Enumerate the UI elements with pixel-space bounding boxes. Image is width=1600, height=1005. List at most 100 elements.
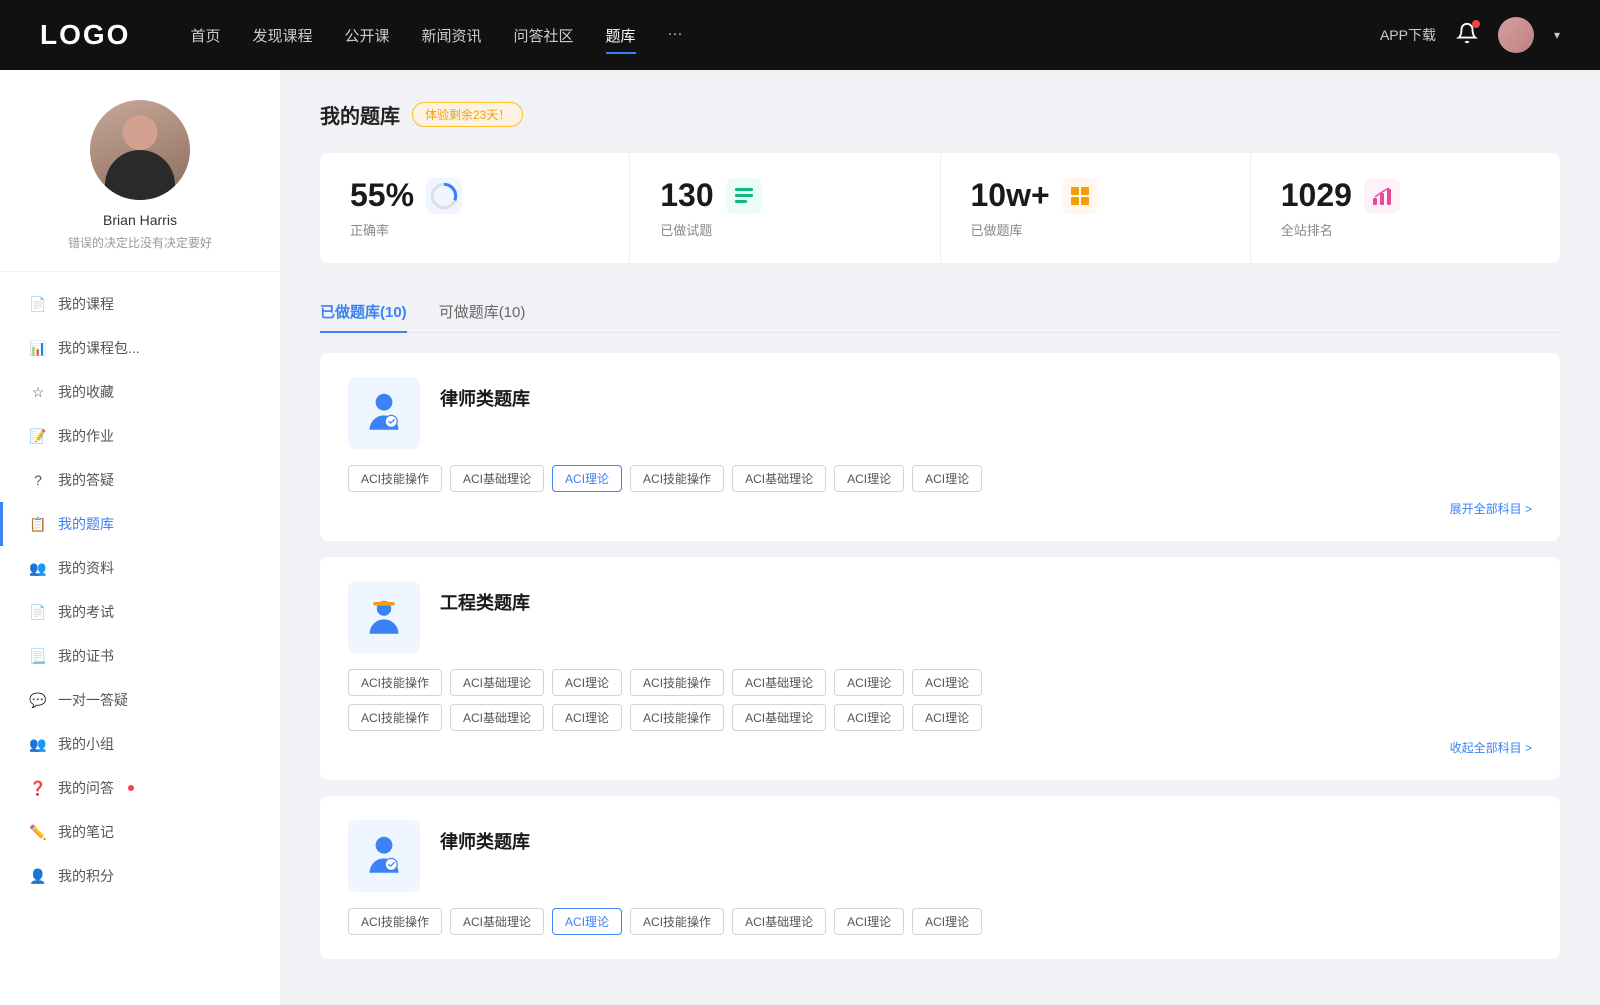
avatar-image	[90, 100, 190, 200]
qbank-engineer-tags-row1: ACI技能操作 ACI基础理论 ACI理论 ACI技能操作 ACI基础理论 AC…	[348, 669, 1532, 696]
stat-done-banks-top: 10w+	[971, 177, 1220, 214]
nav-question-bank[interactable]: 题库	[606, 21, 636, 50]
tab-available-banks[interactable]: 可做题库(10)	[439, 291, 526, 332]
l2-tag-5[interactable]: ACI基础理论	[732, 908, 826, 935]
stat-accuracy-value: 55%	[350, 177, 414, 214]
sidebar-item-certificate[interactable]: 📃 我的证书	[0, 634, 280, 678]
stat-ranking-label: 全站排名	[1281, 220, 1530, 239]
qbank-card-engineer-info: 工程类题库	[440, 581, 530, 615]
eng-tag-1[interactable]: ACI技能操作	[348, 669, 442, 696]
sidebar-menu: 📄 我的课程 📊 我的课程包... ☆ 我的收藏 📝 我的作业 ? 我的答疑 📋	[0, 282, 280, 898]
course-package-label: 我的课程包...	[58, 338, 140, 358]
stat-done-banks-value: 10w+	[971, 177, 1050, 214]
materials-icon: 👥	[30, 560, 46, 576]
nav-discover[interactable]: 发现课程	[252, 21, 312, 50]
points-icon: 👤	[30, 868, 46, 884]
l2-tag-7[interactable]: ACI理论	[912, 908, 982, 935]
eng-tag-2[interactable]: ACI基础理论	[450, 669, 544, 696]
stat-done-banks-label: 已做题库	[971, 220, 1220, 239]
certificate-label: 我的证书	[58, 646, 114, 666]
qbank-engineer-name: 工程类题库	[440, 589, 530, 615]
tag-aci-theory-selected-1[interactable]: ACI理论	[552, 465, 622, 492]
sidebar-item-question-bank[interactable]: 📋 我的题库	[0, 502, 280, 546]
eng-tag-13[interactable]: ACI理论	[834, 704, 904, 731]
sidebar-item-my-qa[interactable]: ❓ 我的问答	[0, 766, 280, 810]
qbank-card-engineer: 工程类题库 ACI技能操作 ACI基础理论 ACI理论 ACI技能操作 ACI基…	[320, 557, 1560, 780]
qa-label: 我的答疑	[58, 470, 114, 490]
eng-tag-3[interactable]: ACI理论	[552, 669, 622, 696]
page-title: 我的题库	[320, 100, 400, 129]
logo[interactable]: LOGO	[40, 19, 130, 51]
nav-news[interactable]: 新闻资讯	[422, 21, 482, 50]
nav-open-course[interactable]: 公开课	[344, 21, 389, 50]
trial-badge: 体验剩余23天！	[412, 102, 523, 127]
eng-tag-12[interactable]: ACI基础理论	[732, 704, 826, 731]
sidebar-item-materials[interactable]: 👥 我的资料	[0, 546, 280, 590]
eng-tag-10[interactable]: ACI理论	[552, 704, 622, 731]
stat-ranking-top: 1029	[1281, 177, 1530, 214]
stat-accuracy: 55% 正确率	[320, 153, 630, 263]
stat-accuracy-icon	[426, 178, 462, 214]
nav-more[interactable]: ···	[668, 21, 683, 50]
exams-icon: 📄	[30, 604, 46, 620]
l2-tag-selected[interactable]: ACI理论	[552, 908, 622, 935]
tag-aci-basic-2[interactable]: ACI基础理论	[732, 465, 826, 492]
stat-ranking-icon	[1364, 178, 1400, 214]
nav-qa[interactable]: 问答社区	[514, 21, 574, 50]
my-qa-icon: ❓	[30, 780, 46, 796]
eng-tag-6[interactable]: ACI理论	[834, 669, 904, 696]
homework-label: 我的作业	[58, 426, 114, 446]
eng-tag-7[interactable]: ACI理论	[912, 669, 982, 696]
points-label: 我的积分	[58, 866, 114, 886]
lawyer-icon-wrap	[348, 377, 420, 449]
sidebar-item-my-courses[interactable]: 📄 我的课程	[0, 282, 280, 326]
eng-tag-4[interactable]: ACI技能操作	[630, 669, 724, 696]
sidebar-item-qa[interactable]: ? 我的答疑	[0, 458, 280, 502]
sidebar-item-exams[interactable]: 📄 我的考试	[0, 590, 280, 634]
l2-tag-1[interactable]: ACI技能操作	[348, 908, 442, 935]
tag-aci-theory-3[interactable]: ACI理论	[912, 465, 982, 492]
avatar-dropdown-icon[interactable]: ▾	[1554, 28, 1560, 42]
sidebar-item-favorites[interactable]: ☆ 我的收藏	[0, 370, 280, 414]
stat-accuracy-label: 正确率	[350, 220, 599, 239]
avatar[interactable]	[1498, 17, 1534, 53]
notification-bell[interactable]	[1456, 22, 1478, 49]
lawyer-2-icon-wrap	[348, 820, 420, 892]
stat-ranking: 1029 全站排名	[1251, 153, 1560, 263]
eng-tag-11[interactable]: ACI技能操作	[630, 704, 724, 731]
sidebar-item-one-on-one[interactable]: 💬 一对一答疑	[0, 678, 280, 722]
one-on-one-label: 一对一答疑	[58, 690, 128, 710]
sidebar-avatar	[90, 100, 190, 200]
eng-tag-8[interactable]: ACI技能操作	[348, 704, 442, 731]
notes-label: 我的笔记	[58, 822, 114, 842]
question-bank-label: 我的题库	[58, 514, 114, 534]
sidebar-item-homework[interactable]: 📝 我的作业	[0, 414, 280, 458]
my-courses-label: 我的课程	[58, 294, 114, 314]
eng-tag-9[interactable]: ACI基础理论	[450, 704, 544, 731]
qbank-card-lawyer-2-header: 律师类题库	[348, 820, 1532, 892]
tag-aci-skill-2[interactable]: ACI技能操作	[630, 465, 724, 492]
stat-done-questions-value: 130	[660, 177, 713, 214]
tab-done-banks[interactable]: 已做题库(10)	[320, 291, 407, 332]
sidebar-item-group[interactable]: 👥 我的小组	[0, 722, 280, 766]
l2-tag-2[interactable]: ACI基础理论	[450, 908, 544, 935]
page-header: 我的题库 体验剩余23天！	[320, 100, 1560, 129]
app-download-link[interactable]: APP下载	[1380, 25, 1436, 45]
nav-home[interactable]: 首页	[190, 21, 220, 50]
tag-aci-theory-2[interactable]: ACI理论	[834, 465, 904, 492]
eng-tag-14[interactable]: ACI理论	[912, 704, 982, 731]
l2-tag-4[interactable]: ACI技能操作	[630, 908, 724, 935]
qbank-lawyer-1-footer[interactable]: 展开全部科目 >	[348, 500, 1532, 517]
tag-aci-basic-1[interactable]: ACI基础理论	[450, 465, 544, 492]
tag-aci-skill-1[interactable]: ACI技能操作	[348, 465, 442, 492]
l2-tag-6[interactable]: ACI理论	[834, 908, 904, 935]
exams-label: 我的考试	[58, 602, 114, 622]
stat-done-questions-icon	[726, 178, 762, 214]
sidebar-item-points[interactable]: 👤 我的积分	[0, 854, 280, 898]
qa-icon: ?	[30, 472, 46, 488]
stat-done-banks: 10w+ 已做题库	[941, 153, 1251, 263]
eng-tag-5[interactable]: ACI基础理论	[732, 669, 826, 696]
qbank-engineer-footer[interactable]: 收起全部科目 >	[348, 739, 1532, 756]
sidebar-item-course-package[interactable]: 📊 我的课程包...	[0, 326, 280, 370]
sidebar-item-notes[interactable]: ✏️ 我的笔记	[0, 810, 280, 854]
